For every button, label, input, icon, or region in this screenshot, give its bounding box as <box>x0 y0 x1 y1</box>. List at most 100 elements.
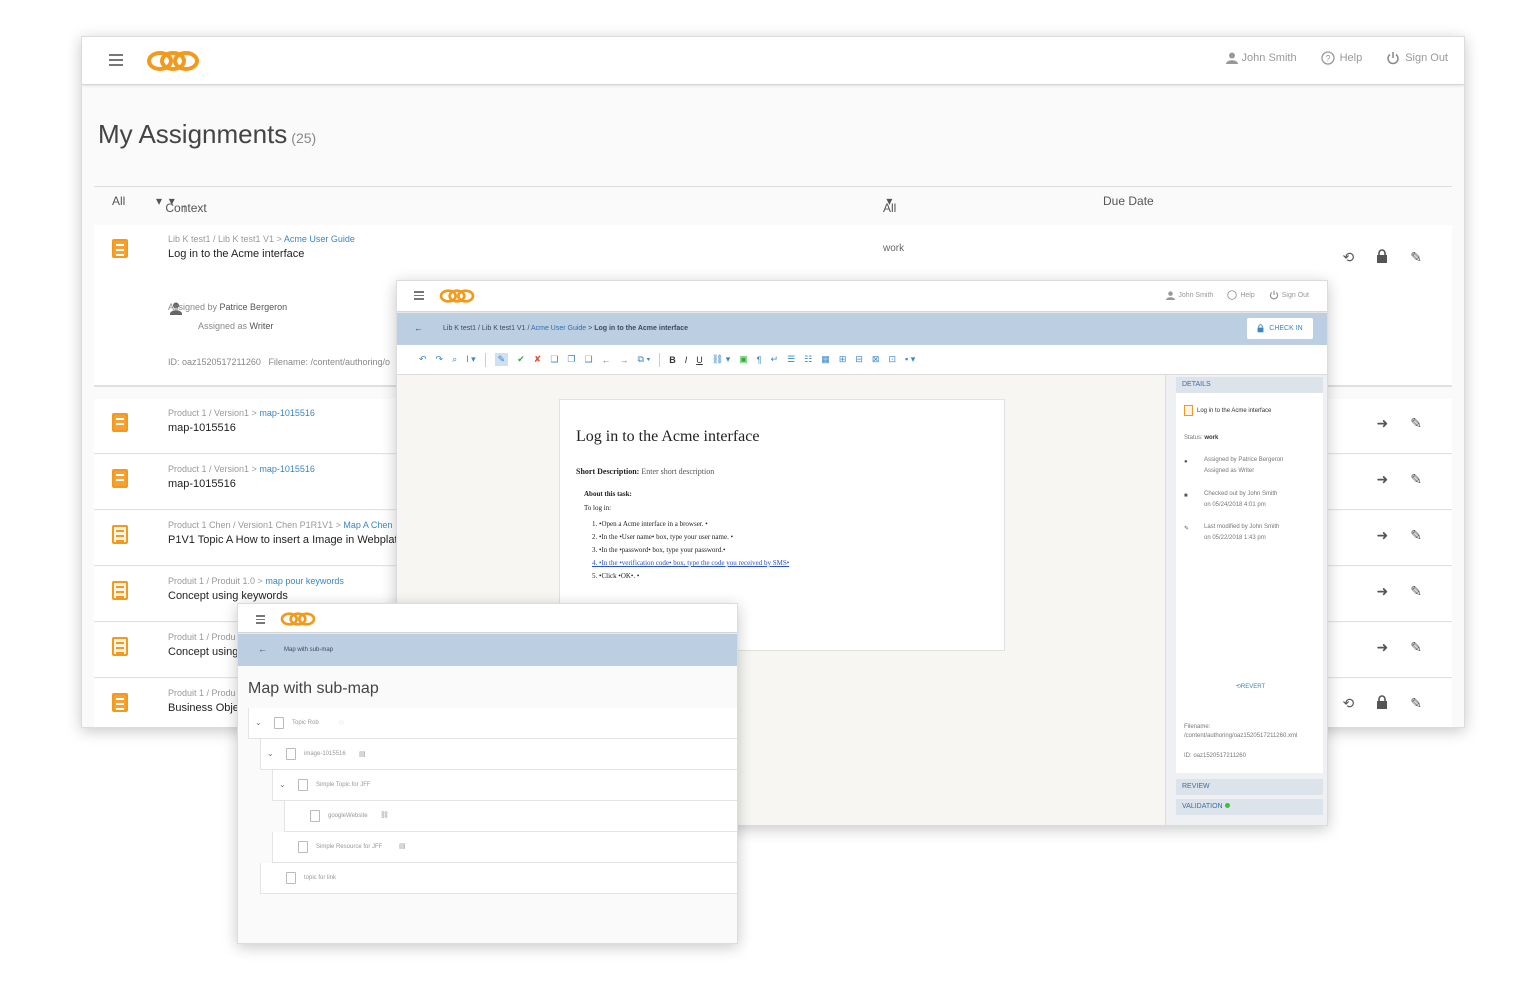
row-title[interactable]: Business Obje <box>168 702 239 714</box>
insert-row-icon[interactable]: ⊞ <box>839 354 847 365</box>
user-menu[interactable]: John Smith <box>1166 290 1213 300</box>
arrow-right-icon[interactable]: ➜ <box>1377 639 1389 656</box>
step-item[interactable]: 5. •Click •OK•. • <box>592 570 789 583</box>
row-title[interactable]: Concept using keywords <box>168 590 288 602</box>
lock-icon[interactable] <box>1376 695 1388 710</box>
arrow-right-icon[interactable]: ➜ <box>1377 583 1389 600</box>
bullet-list-icon[interactable]: ☷ <box>804 354 812 365</box>
brand-logo[interactable] <box>439 288 475 309</box>
edit-icon[interactable]: ✎ <box>1410 249 1422 266</box>
tree-item[interactable]: ⌄ Simple Topic for JFF <box>272 770 737 801</box>
track-changes-icon[interactable]: ✎ <box>494 353 509 366</box>
italic-icon[interactable]: I <box>685 355 688 365</box>
row-title[interactable]: Concept using <box>168 646 238 658</box>
revert-button[interactable]: ⟲REVERT <box>1184 683 1317 690</box>
menu-icon[interactable] <box>109 54 123 69</box>
row-title[interactable]: map-1015516 <box>168 422 236 434</box>
edit-icon[interactable]: ✎ <box>1410 471 1422 488</box>
due-date-header[interactable]: Due Date <box>1103 194 1154 208</box>
arrow-right-icon[interactable]: ➜ <box>1377 415 1389 432</box>
numbered-list-icon[interactable]: ☰ <box>787 354 795 365</box>
brand-logo[interactable] <box>146 49 200 78</box>
sort-up-icon[interactable]: ↑ <box>181 201 187 215</box>
tree-item[interactable]: ⌄ Topic Rob ◌ <box>248 708 737 739</box>
row-path-link[interactable]: map-1015516 <box>259 408 315 418</box>
row-path-link[interactable]: map pour keywords <box>265 576 344 586</box>
arrow-right-icon[interactable]: ➜ <box>1377 471 1389 488</box>
row-path-link[interactable]: Map A Chen <box>343 520 392 530</box>
row-path-link[interactable]: Acme User Guide <box>284 234 355 244</box>
user-menu[interactable]: John Smith <box>1225 52 1297 64</box>
row-title[interactable]: Log in to the Acme interface <box>168 248 304 260</box>
paragraph-icon[interactable]: ¶ <box>757 355 762 365</box>
previous-change-icon[interactable]: ← <box>602 355 611 365</box>
help-button[interactable]: ? Help <box>1320 51 1362 65</box>
history-icon[interactable]: ⟲ <box>1343 249 1355 266</box>
chevron-down-icon[interactable]: ⌄ <box>279 780 286 789</box>
chevron-down-icon[interactable]: ⌄ <box>267 749 274 758</box>
review-tab[interactable]: REVIEW <box>1176 779 1323 795</box>
menu-icon[interactable] <box>414 291 424 302</box>
filter-all[interactable]: All <box>112 194 125 208</box>
arrow-right-icon[interactable]: ➜ <box>1377 527 1389 544</box>
image-icon[interactable]: ▣ <box>739 354 748 365</box>
tree-item[interactable]: topic for link <box>260 863 737 894</box>
more-icon[interactable]: ▪ ▾ <box>905 354 915 365</box>
edit-icon[interactable]: ✎ <box>1410 415 1422 432</box>
edit-icon[interactable]: ✎ <box>1410 527 1422 544</box>
row-title[interactable]: map-1015516 <box>168 478 236 490</box>
cursor-icon[interactable]: I ▾ <box>466 354 476 365</box>
delete-row-icon[interactable]: ⊠ <box>872 354 880 365</box>
row-title[interactable]: P1V1 Topic A How to insert a Image in We… <box>168 534 398 546</box>
back-arrow-icon[interactable]: ← <box>258 644 267 654</box>
step-item[interactable]: 1. •Open a Acme interface in a browser. … <box>592 518 789 531</box>
insert-column-icon[interactable]: ⊟ <box>855 354 863 365</box>
back-arrow-icon[interactable]: ← <box>414 323 423 333</box>
history-icon[interactable]: ⟲ <box>1343 695 1355 712</box>
reject-change-icon[interactable]: ✘ <box>534 354 542 365</box>
comment-remove-icon[interactable]: ❑ <box>584 354 592 365</box>
row-path-link[interactable]: map-1015516 <box>259 464 315 474</box>
document-title[interactable]: Log in to the Acme interface <box>576 428 759 446</box>
comment-edit-icon[interactable]: ❐ <box>567 354 575 365</box>
chevron-down-icon[interactable]: ⌄ <box>255 718 262 727</box>
delete-column-icon[interactable]: ⊡ <box>888 354 896 365</box>
step-item[interactable]: 4. •In the •verification code• box, type… <box>592 557 789 570</box>
enter-icon[interactable]: ↵ <box>771 354 779 365</box>
status-filter[interactable]: All ▾ <box>883 194 896 215</box>
short-description-text[interactable]: Enter short description <box>641 467 714 476</box>
copy-icon[interactable]: ⧉ ▾ <box>638 354 651 365</box>
accept-change-icon[interactable]: ✔ <box>517 354 525 365</box>
next-change-icon[interactable]: → <box>620 355 629 365</box>
find-icon[interactable]: ⌕ <box>452 354 457 365</box>
check-in-button[interactable]: CHECK IN <box>1247 318 1313 339</box>
tree-item[interactable]: ⌄ image-1015516 ▤ <box>260 739 737 770</box>
undo-icon[interactable]: ↶ <box>419 354 427 365</box>
breadcrumb-link[interactable]: Acme User Guide <box>531 325 586 332</box>
table-icon[interactable]: ▦ <box>821 354 830 365</box>
tree-item[interactable]: googleWebsite ⛓ <box>284 801 737 832</box>
details-tab[interactable]: DETAILS <box>1176 377 1323 393</box>
edit-icon[interactable]: ✎ <box>1410 583 1422 600</box>
link-icon[interactable]: ⛓ ▾ <box>712 354 730 365</box>
context-text[interactable]: To log in: <box>584 504 611 512</box>
validation-tab[interactable]: VALIDATION <box>1176 799 1323 815</box>
step-item[interactable]: 2. •In the •User name• box, type your us… <box>592 531 789 544</box>
redo-icon[interactable]: ↷ <box>436 354 444 365</box>
help-button[interactable]: Help <box>1227 290 1255 300</box>
edit-icon[interactable]: ✎ <box>1410 639 1422 656</box>
brand-logo[interactable] <box>280 611 316 632</box>
underline-icon[interactable]: U <box>696 355 703 365</box>
context-sort[interactable]: ▾ Context ▾ ↑ <box>156 194 207 215</box>
comment-icon[interactable]: ❏ <box>550 354 558 365</box>
lock-icon[interactable] <box>1376 249 1388 264</box>
edit-icon[interactable]: ✎ <box>1410 695 1422 712</box>
bold-icon[interactable]: B <box>669 355 676 365</box>
sign-out-button[interactable]: Sign Out <box>1386 51 1448 65</box>
tree-item[interactable]: Simple Resource for JFF ▤ <box>272 832 737 863</box>
sign-out-button[interactable]: Sign Out <box>1269 290 1309 300</box>
step-item[interactable]: 3. •In the •password• box, type your pas… <box>592 544 789 557</box>
menu-icon[interactable] <box>256 615 265 626</box>
short-description[interactable]: Short Description: Enter short descripti… <box>576 467 714 476</box>
row-path: Lib K test1 / Lib K test1 V1 > Acme User… <box>168 234 355 244</box>
